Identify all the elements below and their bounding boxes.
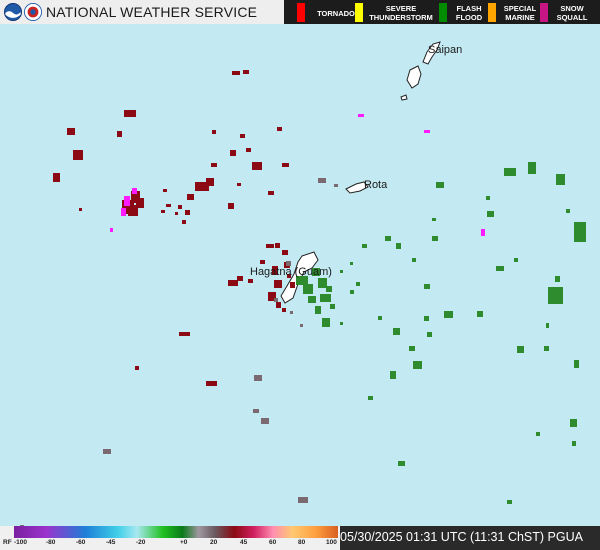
scale-tick: 100 bbox=[326, 539, 337, 546]
scale-tick: 60 bbox=[269, 539, 277, 546]
warning-label: SNOW SQUALL bbox=[556, 4, 588, 22]
radar-timestamp: 05/30/2025 01:31 UTC (11:31 ChST) PGUA bbox=[340, 530, 583, 544]
scale-tick: 45 bbox=[240, 539, 248, 546]
flash-flood-swatch bbox=[439, 3, 447, 22]
snow-squall-swatch bbox=[540, 3, 548, 22]
scale-tick: -20 bbox=[136, 539, 146, 546]
scale-tick: 20 bbox=[210, 539, 218, 546]
tornado-swatch bbox=[297, 3, 305, 22]
scale-tick: -45 bbox=[106, 539, 116, 546]
scale-tick: -100 bbox=[14, 539, 28, 546]
reflectivity-scale: RF -100 -80 -60 -45 -20 +0 20 45 60 80 1… bbox=[0, 526, 340, 550]
warning-label: SEVERE THUNDERSTORM bbox=[369, 4, 433, 22]
noaa-logo-icon bbox=[4, 3, 22, 21]
reflectivity-colorbar bbox=[14, 526, 338, 538]
agency-banner: NATIONAL WEATHER SERVICE bbox=[0, 0, 284, 24]
severe-thunderstorm-swatch bbox=[355, 3, 363, 22]
scale-tick: -60 bbox=[76, 539, 86, 546]
nws-logo-icon bbox=[24, 3, 42, 21]
scale-tick: +0 bbox=[180, 539, 188, 546]
footer-bar: RF -100 -80 -60 -45 -20 +0 20 45 60 80 1… bbox=[0, 526, 600, 550]
guam-label: Hagatna (Guam) bbox=[250, 266, 332, 278]
agency-title: NATIONAL WEATHER SERVICE bbox=[46, 4, 258, 20]
warning-label: SPECIAL MARINE bbox=[503, 4, 537, 22]
warning-label: FLASH FLOOD bbox=[455, 4, 483, 22]
special-marine-swatch bbox=[488, 3, 496, 22]
radar-map[interactable]: Saipan Rota Hagatna (Guam) bbox=[0, 24, 600, 526]
saipan-label: Saipan bbox=[428, 44, 462, 56]
scale-tick: -80 bbox=[46, 539, 56, 546]
scale-ticks: RF -100 -80 -60 -45 -20 +0 20 45 60 80 1… bbox=[0, 538, 340, 550]
scale-tick: 80 bbox=[298, 539, 306, 546]
rota-label: Rota bbox=[364, 179, 388, 191]
scale-tick: RF bbox=[3, 539, 12, 546]
header-bar: NATIONAL WEATHER SERVICE TORNADO SEVERE … bbox=[0, 0, 600, 24]
